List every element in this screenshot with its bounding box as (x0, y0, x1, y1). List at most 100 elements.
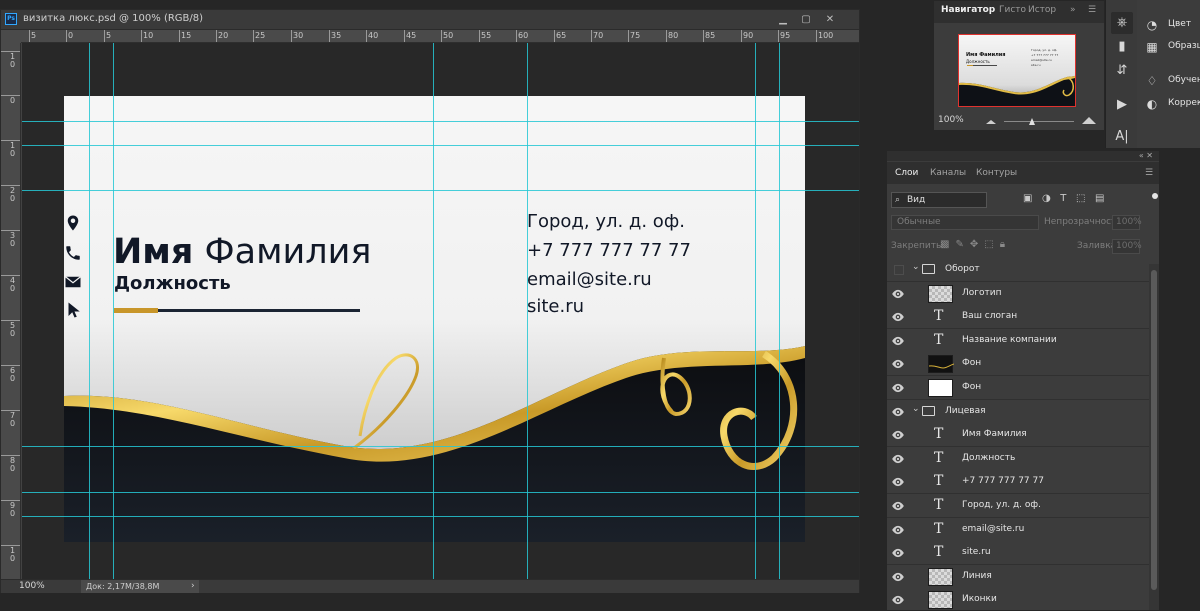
visibility-eye-icon[interactable] (891, 356, 907, 372)
filter-type-icon[interactable]: T (1060, 193, 1066, 204)
lock-transparent-icon[interactable]: ▩ (940, 239, 955, 250)
visibility-eye-icon[interactable] (891, 592, 907, 608)
vertical-ruler[interactable]: 1 0 0 1 0 2 0 3 0 4 0 5 0 6 0 7 0 8 0 9 0 1 0 (1, 43, 21, 579)
layer-row[interactable]: T Имя Фамилия (887, 423, 1149, 448)
character-toggle-icon[interactable]: A| (1111, 126, 1133, 148)
layer-name[interactable]: Должность (962, 453, 1015, 463)
layer-row[interactable]: T Название компании (887, 328, 1149, 353)
adjustments-icon[interactable]: ◐ (1144, 96, 1160, 112)
close-button[interactable]: ✕ (822, 12, 838, 27)
visibility-eye-icon[interactable] (891, 427, 907, 443)
histogram-toggle-icon[interactable]: ▮ (1111, 36, 1133, 58)
tab-layers[interactable]: Слои (895, 168, 918, 178)
filter-smart-object-icon[interactable]: ▤ (1095, 193, 1104, 204)
card-site[interactable]: site.ru (527, 296, 584, 317)
panel-menu-icon[interactable]: ☰ (1145, 168, 1153, 178)
navigator-zoom-value[interactable]: 100% (938, 115, 964, 125)
guide-horizontal[interactable] (22, 492, 859, 493)
tab-histogram[interactable]: Гисто (999, 5, 1026, 15)
visibility-eye-icon[interactable] (891, 569, 907, 585)
guide-horizontal[interactable] (22, 121, 859, 122)
lock-all-icon[interactable]: 🔒︎ (1000, 239, 1011, 250)
filter-toggle[interactable] (1152, 193, 1158, 199)
layer-thumbnail[interactable] (928, 284, 953, 303)
layer-name[interactable]: email@site.ru (962, 524, 1024, 534)
maximize-button[interactable]: ▢ (798, 12, 814, 27)
lock-icons[interactable]: ▩✎✥⬚🔒︎ (940, 239, 1011, 250)
business-card[interactable]: Имя Фамилия Должность Город, ул. д. оф. … (64, 96, 805, 542)
lock-image-icon[interactable]: ✎ (955, 239, 969, 250)
side-item-learn[interactable]: Обучение (1168, 75, 1200, 85)
visibility-eye-icon[interactable] (894, 265, 904, 275)
guide-horizontal[interactable] (22, 190, 859, 191)
layer-thumbnail[interactable] (928, 355, 955, 374)
opacity-input[interactable]: 100% (1112, 215, 1142, 230)
guide-horizontal[interactable] (22, 145, 859, 146)
visibility-eye-icon[interactable] (891, 309, 907, 325)
panel-menu-icon[interactable]: ☰ (1088, 5, 1096, 15)
layer-name[interactable]: Ваш слоган (962, 311, 1017, 321)
side-item-adjustments[interactable]: Коррекция (1168, 98, 1200, 108)
group-expand-chevron-icon[interactable]: ⌄ (912, 262, 920, 272)
panel-more-icon[interactable]: » (1070, 5, 1076, 15)
layer-row[interactable]: T +7 777 777 77 77 (887, 470, 1149, 495)
lock-position-icon[interactable]: ✥ (970, 239, 984, 250)
layer-name[interactable]: Логотип (962, 288, 1002, 298)
card-email[interactable]: email@site.ru (527, 269, 652, 290)
group-expand-chevron-icon[interactable]: ⌄ (912, 404, 920, 414)
layer-row[interactable]: Фон (887, 376, 1149, 400)
actions-toggle-icon[interactable]: ▶ (1111, 94, 1133, 116)
card-position[interactable]: Должность (114, 273, 231, 294)
lock-artboard-icon[interactable]: ⬚ (984, 239, 999, 250)
tab-navigator[interactable]: Навигатор (941, 5, 995, 15)
zoom-level[interactable]: 100% (1, 580, 61, 593)
layer-group-row[interactable]: ⌄ Лицевая (887, 399, 1149, 424)
history-toggle-icon[interactable]: ⇵ (1111, 60, 1133, 82)
navigator-zoom-slider[interactable] (986, 114, 1102, 126)
visibility-eye-icon[interactable] (891, 404, 907, 420)
visibility-eye-icon[interactable] (891, 522, 907, 538)
guide-vertical[interactable] (433, 43, 434, 579)
filter-shape-icon[interactable]: ⬚ (1076, 193, 1085, 204)
layer-row[interactable]: Логотип (887, 281, 1149, 306)
guide-vertical[interactable] (113, 43, 114, 579)
layers-scrollbar-thumb[interactable] (1151, 270, 1157, 590)
layer-name[interactable]: Фон (962, 382, 981, 392)
guide-vertical[interactable] (527, 43, 528, 579)
layer-group-row[interactable]: ⌄ Оборот (887, 258, 1149, 282)
side-item-color[interactable]: Цвет (1168, 19, 1191, 29)
minimize-button[interactable]: ▁ (775, 12, 791, 27)
layer-row[interactable]: T Должность (887, 446, 1149, 471)
layer-filter-kind[interactable]: Вид (891, 192, 987, 208)
document-titlebar[interactable]: Ps визитка люкс.psd @ 100% (RGB/8) ▁ ▢ ✕ (1, 10, 859, 30)
layer-name[interactable]: +7 777 777 77 77 (962, 476, 1044, 486)
horizontal-ruler[interactable]: 5 0 5 10 15 20 25 30 35 40 45 50 55 60 65 70 75 80 85 90 95 1… (21, 30, 859, 43)
layer-name[interactable]: Оборот (945, 264, 980, 274)
layer-row[interactable]: Иконки (887, 588, 1149, 610)
visibility-eye-icon[interactable] (891, 545, 907, 561)
guide-vertical[interactable] (779, 43, 780, 579)
fill-input[interactable]: 100% (1112, 239, 1142, 254)
ruler-corner[interactable] (1, 30, 21, 43)
layer-name[interactable]: Фон (962, 358, 981, 368)
tab-history[interactable]: Истор (1028, 5, 1056, 15)
layer-name[interactable]: site.ru (962, 547, 991, 557)
visibility-eye-icon[interactable] (891, 286, 907, 302)
layer-name[interactable]: Линия (962, 571, 992, 581)
swatches-icon[interactable]: ▦ (1144, 39, 1160, 55)
filter-adjustment-icon[interactable]: ◑ (1042, 193, 1051, 204)
tab-paths[interactable]: Контуры (976, 168, 1017, 178)
layer-row[interactable]: T Город, ул. д. оф. (887, 494, 1149, 518)
visibility-eye-icon[interactable] (891, 333, 907, 349)
panel-collapse-bar[interactable]: « ✕ (887, 151, 1159, 161)
tab-channels[interactable]: Каналы (930, 168, 966, 178)
status-menu-arrow-icon[interactable]: › (191, 580, 195, 593)
guide-horizontal[interactable] (22, 446, 859, 447)
side-item-swatches[interactable]: Образцы (1168, 41, 1200, 51)
layer-name[interactable]: Город, ул. д. оф. (962, 500, 1041, 510)
layer-row[interactable]: Tsite.ru (887, 541, 1149, 566)
document-size-info[interactable]: Док: 2,17M/38,8M (81, 580, 199, 593)
layer-name[interactable]: Лицевая (945, 406, 986, 416)
layer-row[interactable]: Линия (887, 564, 1149, 589)
palette-icon[interactable]: ◔ (1144, 17, 1160, 33)
